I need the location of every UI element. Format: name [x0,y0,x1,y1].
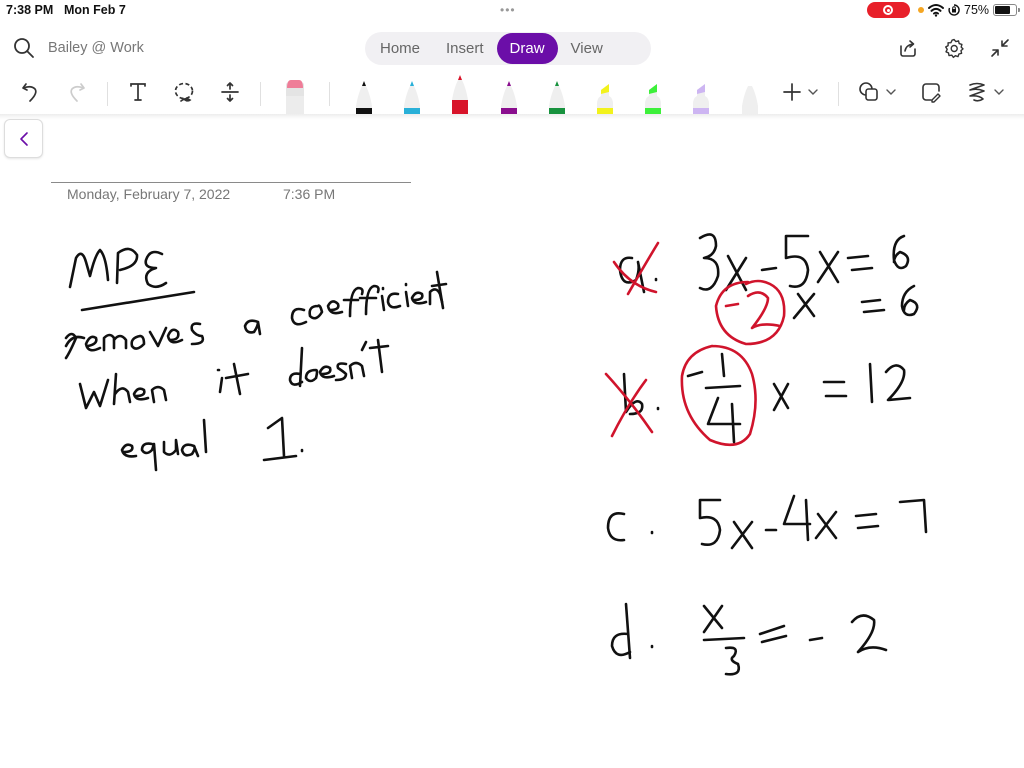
notebook-name[interactable]: Bailey @ Work [48,40,144,56]
toolbar-divider [260,82,261,106]
orientation-lock-icon [948,4,960,16]
insert-space-icon[interactable] [218,80,242,104]
add-pen-icon[interactable] [780,80,804,104]
green-pen[interactable] [545,74,569,114]
chevron-down-icon[interactable] [884,80,898,104]
status-date: Mon Feb 7 [64,3,126,17]
shapes-icon[interactable] [857,80,881,104]
wifi-icon [928,4,944,17]
undo-icon[interactable] [19,80,43,104]
tab-draw[interactable]: Draw [496,33,558,64]
settings-gear-icon[interactable] [943,37,965,59]
ribbon-tabs: Home Insert Draw View [365,32,651,65]
collapse-arrows-icon[interactable] [989,37,1011,59]
cyan-pen[interactable] [400,74,424,114]
share-icon[interactable] [897,37,919,59]
battery-icon [993,4,1020,16]
chevron-down-icon[interactable] [992,80,1006,104]
status-bar: 7:38 PM Mon Feb 7 ••• 75% [0,0,1024,22]
red-pen[interactable] [448,74,472,114]
empty-pen-slot[interactable] [738,74,762,114]
toolbar-divider [329,82,330,106]
lasso-select-icon[interactable] [172,80,196,104]
black-pen[interactable] [352,74,376,114]
lavender-highlighter[interactable] [689,74,713,114]
purple-pen[interactable] [497,74,521,114]
text-tool-icon[interactable] [126,80,150,104]
status-time: 7:38 PM [6,3,54,17]
tab-insert[interactable]: Insert [433,33,497,64]
chevron-down-icon[interactable] [806,80,820,104]
screen-recording-icon[interactable] [867,2,910,18]
mic-indicator-icon [918,7,924,13]
search-icon[interactable] [13,37,35,59]
draw-toolbar [0,72,1024,114]
yellow-highlighter[interactable] [593,74,617,114]
tab-view[interactable]: View [558,33,616,64]
ink-to-text-icon[interactable] [919,80,943,104]
toolbar-divider [838,82,839,106]
toolbar-divider [107,82,108,106]
ink-to-shape-icon[interactable] [965,80,989,104]
multitasking-dots-icon[interactable]: ••• [500,3,516,17]
green-highlighter[interactable] [641,74,665,114]
battery-percent: 75% [964,3,990,17]
tab-home[interactable]: Home [367,33,433,64]
eraser-icon[interactable] [283,74,307,114]
redo-icon[interactable] [64,80,88,104]
ink-canvas[interactable] [0,120,1024,768]
